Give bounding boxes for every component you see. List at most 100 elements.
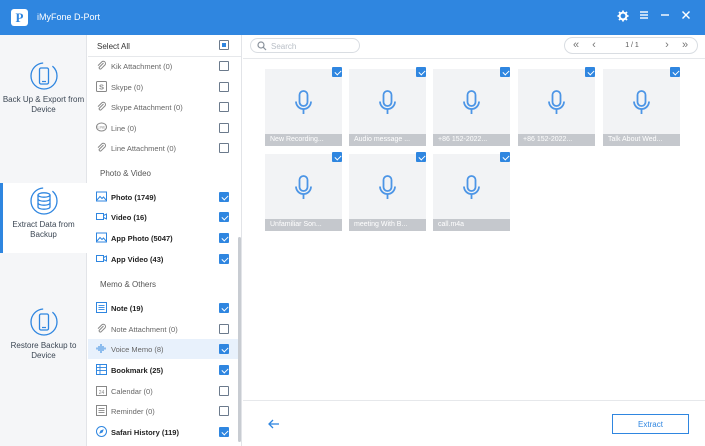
category-scrollbar[interactable] — [238, 237, 241, 442]
category-row[interactable]: App Photo (5047) — [88, 228, 240, 248]
voice-memo-tile[interactable]: Audio message ... — [349, 67, 426, 146]
tile-caption: Unfamiliar Son... — [265, 219, 342, 231]
video-icon — [96, 213, 107, 220]
minimize-icon[interactable] — [658, 10, 672, 24]
line-app-icon: LINE — [96, 122, 107, 132]
tile-checkbox[interactable] — [332, 152, 342, 162]
paperclip-icon — [97, 101, 106, 111]
voice-memo-tile[interactable]: New Recording... — [265, 67, 342, 146]
microphone-icon — [295, 90, 312, 114]
tile-checkbox[interactable] — [670, 67, 680, 77]
category-checkbox[interactable] — [219, 324, 229, 334]
voice-memo-tile[interactable]: meeting With B... — [349, 152, 426, 231]
microphone-icon — [463, 90, 480, 114]
search-input[interactable] — [271, 41, 355, 51]
category-checkbox[interactable] — [219, 406, 229, 416]
app-logo: P — [11, 9, 28, 26]
category-checkbox[interactable] — [219, 212, 229, 222]
tile-checkbox[interactable] — [585, 67, 595, 77]
tile-caption: +86 152-2022... — [433, 134, 510, 146]
microphone-icon — [379, 175, 396, 199]
close-icon[interactable] — [679, 10, 693, 24]
nav-restore-backup[interactable]: Restore Backup to Device — [0, 307, 87, 377]
category-row[interactable]: Kik Attachment (0) — [88, 56, 240, 76]
last-page-icon[interactable]: » — [678, 39, 692, 53]
tile-checkbox[interactable] — [416, 152, 426, 162]
search-icon — [257, 41, 267, 51]
category-row[interactable]: Safari History (119) — [88, 422, 240, 442]
paperclip-icon — [97, 142, 106, 152]
title-bar: P iMyFone D-Port — [0, 0, 705, 35]
footer-divider — [243, 400, 705, 401]
category-list: Select All Kik Attachment (0) S Skype (0… — [88, 35, 242, 446]
category-checkbox[interactable] — [219, 102, 229, 112]
category-label: Voice Memo (8) — [111, 345, 164, 354]
category-row[interactable]: Line Attachment (0) — [88, 138, 240, 158]
nav-label: Extract Data from Backup — [12, 220, 75, 239]
header-divider — [243, 58, 705, 59]
nav-extract-backup[interactable]: Extract Data from Backup — [0, 183, 87, 253]
category-checkbox[interactable] — [219, 386, 229, 396]
tile-checkbox[interactable] — [500, 152, 510, 162]
menu-icon[interactable] — [637, 10, 651, 24]
search-box[interactable] — [250, 38, 360, 53]
category-checkbox[interactable] — [219, 427, 229, 437]
select-all-label: Select All — [97, 42, 130, 51]
first-page-icon[interactable]: « — [569, 39, 583, 53]
category-checkbox[interactable] — [219, 233, 229, 243]
category-checkbox[interactable] — [219, 143, 229, 153]
microphone-icon — [463, 175, 480, 199]
tile-caption: Talk About Wed... — [603, 134, 680, 146]
extract-button[interactable]: Extract — [612, 414, 689, 434]
voice-memo-tile[interactable]: Unfamiliar Son... — [265, 152, 342, 231]
gear-icon[interactable] — [616, 10, 630, 24]
app-title: iMyFone D-Port — [37, 12, 101, 22]
voice-memo-tile[interactable]: call.m4a — [433, 152, 510, 231]
category-row[interactable]: Bookmark (25) — [88, 360, 240, 380]
pagination: « ‹ 1 / 1 › » — [564, 37, 698, 54]
category-checkbox[interactable] — [219, 365, 229, 375]
category-checkbox[interactable] — [219, 344, 229, 354]
category-checkbox[interactable] — [219, 82, 229, 92]
voice-memo-tile[interactable]: Talk About Wed... — [603, 67, 680, 146]
category-checkbox[interactable] — [219, 61, 229, 71]
calendar-icon: 24 — [96, 386, 107, 396]
app-video-icon — [96, 255, 107, 262]
nav-backup-export[interactable]: Back Up & Export from Device — [0, 61, 87, 131]
tile-checkbox[interactable] — [332, 67, 342, 77]
prev-page-icon[interactable]: ‹ — [587, 39, 601, 53]
category-row[interactable]: S Skype (0) — [88, 77, 240, 97]
category-checkbox[interactable] — [219, 254, 229, 264]
category-row[interactable]: 24 Calendar (0) — [88, 381, 240, 401]
category-row[interactable]: Reminder (0) — [88, 401, 240, 421]
category-row[interactable]: Photo (1749) — [88, 187, 240, 207]
back-arrow-icon[interactable] — [267, 417, 281, 431]
category-row[interactable]: LINE Line (0) — [88, 118, 240, 138]
select-all-row[interactable]: Select All — [88, 35, 241, 57]
category-row-voice-memo[interactable]: Voice Memo (8) — [88, 339, 240, 359]
category-checkbox[interactable] — [219, 303, 229, 313]
category-label: Note (19) — [111, 304, 144, 313]
tile-checkbox[interactable] — [500, 67, 510, 77]
microphone-icon — [379, 90, 396, 114]
category-row[interactable]: App Video (43) — [88, 249, 240, 269]
tile-checkbox[interactable] — [416, 67, 426, 77]
bookmark-icon — [96, 364, 107, 375]
category-label: Safari History (119) — [111, 428, 179, 437]
section-title-memo-others: Memo & Others — [100, 280, 157, 289]
category-row[interactable]: Note Attachment (0) — [88, 319, 240, 339]
phone-restore-icon — [29, 308, 58, 336]
category-checkbox[interactable] — [219, 192, 229, 202]
nav-label: Restore Backup to Device — [10, 341, 77, 360]
voice-memo-tile[interactable]: +86 152-2022... — [518, 67, 595, 146]
select-all-checkbox[interactable] — [219, 40, 229, 50]
next-page-icon[interactable]: › — [660, 39, 674, 53]
category-row[interactable]: Note (19) — [88, 298, 240, 318]
category-row[interactable]: Video (16) — [88, 207, 240, 227]
category-checkbox[interactable] — [219, 123, 229, 133]
category-label: Kik Attachment (0) — [111, 62, 173, 71]
tile-caption: Audio message ... — [349, 134, 426, 146]
voice-memo-tile[interactable]: +86 152-2022... — [433, 67, 510, 146]
category-row[interactable]: Skype Attachment (0) — [88, 97, 240, 117]
section-title-photo-video: Photo & Video — [100, 169, 152, 178]
